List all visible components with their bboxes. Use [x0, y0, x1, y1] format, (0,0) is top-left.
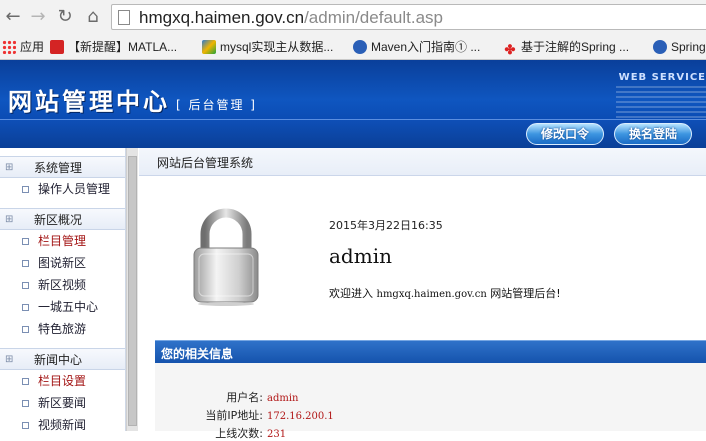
square-bullet-icon	[22, 378, 29, 385]
square-bullet-icon	[22, 326, 29, 333]
bookmark-colorful-icon	[202, 40, 216, 54]
sidebar-item-label: 栏目管理	[38, 234, 87, 248]
sidebar-section-district-overview[interactable]: ⊞ 新区概况	[0, 208, 125, 230]
sidebar-item-illustrated-district[interactable]: 图说新区	[0, 252, 125, 274]
forward-arrow-icon[interactable]: →	[27, 6, 49, 28]
bookmark-spring-annotations[interactable]: ✤ 基于注解的Spring ...	[503, 38, 630, 57]
info-value: admin	[267, 393, 299, 404]
main-heading: 网站后台管理系统	[157, 156, 254, 170]
welcome-host: hmgxq.haimen.gov.cn	[376, 289, 487, 300]
welcome-prefix: 欢迎进入	[329, 287, 377, 300]
section-toggle-icon: ⊞	[5, 214, 14, 225]
bookmark-label: mysql实现主从数据...	[220, 40, 334, 54]
info-section-header: 您的相关信息	[155, 340, 706, 363]
web-services-label: WEB SERVICE	[618, 72, 706, 83]
site-header: WEB SERVICE 网站管理中心 [ 后台管理 ] 修改口令 换名登陆	[0, 60, 706, 148]
sidebar-item-label: 栏目设置	[38, 374, 87, 388]
sidebar-item-label: 图说新区	[38, 256, 87, 270]
bookmark-mysql[interactable]: mysql实现主从数据...	[202, 38, 333, 56]
bookmark-label: 【新提醒】MATLA...	[68, 40, 178, 54]
square-bullet-icon	[22, 186, 29, 193]
welcome-suffix: 网站管理后台!	[486, 287, 561, 300]
sidebar-section-news-center[interactable]: ⊞ 新闻中心	[0, 348, 125, 370]
section-toggle-icon: ⊞	[5, 162, 14, 173]
sidebar-section-system[interactable]: ⊞ 系统管理	[0, 156, 125, 178]
bookmark-label: Maven入门指南① ...	[371, 40, 481, 54]
sidebar-item-label: 新区要闻	[38, 396, 87, 410]
section-toggle-icon: ⊞	[5, 354, 14, 365]
sidebar-item-column-settings[interactable]: 栏目设置	[0, 370, 125, 392]
sidebar-item-label: 操作人员管理	[38, 182, 111, 196]
sidebar-item-label: 特色旅游	[38, 322, 87, 336]
sidebar-item-operators[interactable]: 操作人员管理	[0, 178, 125, 200]
bookmark-matlab[interactable]: 【新提醒】MATLA...	[50, 38, 177, 56]
browser-toolbar: ← → ↻ ⌂ hmgxq.haimen.gov.cn/admin/defaul…	[0, 0, 706, 34]
sidebar: ⊞ 系统管理 操作人员管理 ⊞ 新区概况 栏目管理 图说新区 新区视频 一城五中心 …	[0, 148, 126, 432]
info-key: 上线次数:	[215, 427, 263, 440]
sidebar-scrollbar[interactable]	[126, 148, 138, 431]
info-section-title: 您的相关信息	[161, 347, 234, 361]
info-row-login-count: 上线次数: 231	[147, 425, 286, 441]
square-bullet-icon	[22, 304, 29, 311]
sidebar-item-label: 新区视频	[38, 278, 87, 292]
padlock-icon	[193, 208, 259, 306]
section-title: 新区概况	[34, 213, 83, 227]
square-bullet-icon	[22, 282, 29, 289]
info-row-ip: 当前IP地址: 172.16.200.1	[147, 407, 334, 423]
section-title: 新闻中心	[34, 353, 83, 367]
change-password-button[interactable]: 修改口令	[526, 123, 605, 145]
bookmark-blue-globe-icon	[353, 40, 367, 54]
scrollbar-thumb[interactable]	[128, 156, 137, 426]
back-arrow-icon[interactable]: ←	[2, 6, 24, 28]
square-bullet-icon	[22, 400, 29, 407]
sidebar-item-label: 视频新闻	[38, 418, 87, 432]
bookmark-maven[interactable]: Maven入门指南① ...	[353, 38, 480, 56]
sidebar-item-district-video[interactable]: 新区视频	[0, 274, 125, 296]
header-action-bar: 修改口令 换名登陆	[0, 119, 706, 148]
site-subtitle: [ 后台管理 ]	[176, 98, 257, 112]
main-content: 网站后台管理系统 2015年3月22日16:35 admin 欢迎进入 hmgx…	[139, 148, 706, 440]
switch-login-button[interactable]: 换名登陆	[614, 123, 693, 145]
bookmark-label: 基于注解的Spring ...	[521, 40, 630, 54]
url-path: /admin/default.asp	[304, 8, 443, 27]
bookmarks-bar: 应用 【新提醒】MATLA... mysql实现主从数据... Maven入门指…	[0, 34, 706, 60]
sidebar-item-one-city-five-centers[interactable]: 一城五中心	[0, 296, 125, 318]
bookmark-spring[interactable]: Spring	[653, 38, 706, 56]
bookmark-apps[interactable]: 应用	[2, 38, 44, 56]
square-bullet-icon	[22, 238, 29, 245]
square-bullet-icon	[22, 422, 29, 429]
sidebar-item-column-management[interactable]: 栏目管理	[0, 230, 125, 252]
info-value: 172.16.200.1	[267, 411, 334, 422]
bookmark-label: 应用	[20, 40, 45, 54]
info-row-username: 用户名: admin	[147, 389, 298, 405]
bookmark-red-logo-icon: ✤	[504, 42, 516, 57]
sidebar-item-featured-tourism[interactable]: 特色旅游	[0, 318, 125, 340]
sidebar-item-district-news[interactable]: 新区要闻	[0, 392, 125, 414]
info-key: 用户名:	[226, 391, 263, 404]
apps-grid-icon	[2, 40, 16, 54]
home-icon[interactable]: ⌂	[82, 6, 104, 28]
login-datetime: 2015年3月22日16:35	[329, 219, 443, 232]
sidebar-item-video-news[interactable]: 视频新闻	[0, 414, 125, 436]
welcome-message: 欢迎进入 hmgxq.haimen.gov.cn 网站管理后台!	[329, 285, 561, 301]
main-header: 网站后台管理系统	[139, 148, 706, 176]
bookmark-red-icon	[50, 40, 64, 54]
sidebar-item-label: 一城五中心	[38, 300, 99, 314]
url-host: hmgxq.haimen.gov.cn	[139, 8, 305, 27]
site-title: 网站管理中心	[8, 88, 170, 116]
url-text[interactable]: hmgxq.haimen.gov.cn/admin/default.asp	[139, 8, 443, 28]
page-icon	[118, 10, 130, 25]
section-title: 系统管理	[34, 161, 83, 175]
bookmark-blue-globe-icon	[653, 40, 667, 54]
address-bar[interactable]: hmgxq.haimen.gov.cn/admin/default.asp	[111, 4, 706, 30]
info-key: 当前IP地址:	[205, 409, 263, 422]
current-username: admin	[329, 244, 392, 268]
bookmark-label: Spring	[671, 40, 706, 54]
square-bullet-icon	[22, 260, 29, 267]
reload-icon[interactable]: ↻	[54, 6, 76, 28]
